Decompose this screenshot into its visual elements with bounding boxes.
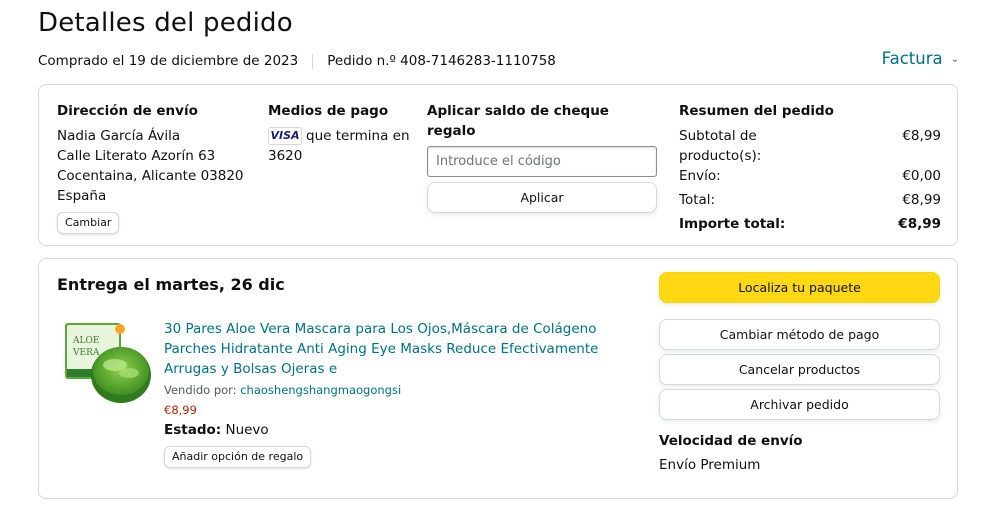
shipping-address-title: Dirección de envío — [57, 103, 198, 119]
address-city: Cocentaina, Alicante 03820 — [57, 168, 244, 184]
order-summary-section: Resumen del pedido Subtotal de producto(… — [679, 101, 941, 234]
apply-gift-button[interactable]: Aplicar — [427, 182, 657, 213]
summary-label: Envío: — [679, 168, 721, 184]
invoice-label: Factura — [881, 49, 943, 68]
order-info-panel: Dirección de envío Nadia García Ávila Ca… — [38, 84, 958, 246]
order-summary-title: Resumen del pedido — [679, 103, 834, 119]
seller-link[interactable]: chaoshengshangmaogongsi — [240, 383, 401, 397]
summary-value: €8,99 — [898, 216, 941, 232]
visa-card-icon: VISA — [268, 127, 302, 145]
product-price: €8,99 — [164, 403, 197, 417]
summary-row-shipping: Envío: €0,00 — [679, 166, 941, 186]
delivery-panel: Entrega el martes, 26 dic ALOE VERA 30 P… — [38, 258, 958, 499]
product-image-text: VERA — [72, 348, 100, 358]
purchase-date: Comprado el 19 de diciembre de 2023 — [38, 53, 299, 69]
invoice-dropdown[interactable]: Factura ⌄ — [882, 49, 959, 68]
product-image-text: ALOE — [72, 336, 99, 346]
condition-label: Estado: — [164, 422, 222, 438]
summary-value: €8,99 — [902, 128, 941, 144]
add-gift-option-button[interactable]: Añadir opción de regalo — [164, 446, 312, 468]
address-name: Nadia García Ávila — [57, 128, 181, 144]
payment-method: VISA que termina en 3620 — [268, 126, 418, 166]
product-condition: Estado: Nuevo — [164, 421, 634, 439]
gift-card-title: Aplicar saldo de cheque regalo — [427, 103, 609, 139]
change-payment-button[interactable]: Cambiar método de pago — [659, 319, 940, 350]
delivery-title: Entrega el martes, 26 dic — [57, 275, 285, 294]
seller-label: Vendido por: — [164, 383, 237, 397]
summary-row-grand-total: Importe total: €8,99 — [679, 214, 941, 234]
card-ending-text: que termina en — [306, 128, 410, 144]
gift-code-input[interactable] — [427, 146, 657, 177]
address-country: España — [57, 188, 107, 204]
shipping-speed-title: Velocidad de envío — [659, 433, 803, 449]
shipping-speed-value: Envío Premium — [659, 457, 761, 473]
chevron-down-icon: ⌄ — [950, 54, 959, 65]
track-package-button[interactable]: Localiza tu paquete — [659, 272, 940, 303]
archive-order-button[interactable]: Archivar pedido — [659, 389, 940, 420]
seller-line: Vendido por: chaoshengshangmaogongsi — [164, 381, 634, 399]
summary-value: €8,99 — [902, 192, 941, 208]
payment-title: Medios de pago — [268, 103, 389, 119]
summary-value: €0,00 — [902, 168, 941, 184]
gift-card-section: Aplicar saldo de cheque regalo Aplicar — [427, 101, 659, 213]
product-info: 30 Pares Aloe Vera Mascara para Los Ojos… — [164, 319, 634, 468]
meta-divider — [312, 53, 314, 69]
cancel-items-button[interactable]: Cancelar productos — [659, 354, 940, 385]
summary-label: Importe total: — [679, 216, 786, 232]
change-address-button[interactable]: Cambiar — [57, 212, 120, 234]
summary-label: Subtotal de producto(s): — [679, 128, 762, 164]
shipping-address-section: Dirección de envío Nadia García Ávila Ca… — [57, 101, 257, 234]
product-title-link[interactable]: 30 Pares Aloe Vera Mascara para Los Ojos… — [164, 319, 634, 379]
product-image[interactable]: ALOE VERA — [63, 317, 153, 409]
order-number: Pedido n.º 408-7146283-1110758 — [327, 53, 556, 69]
order-meta: Comprado el 19 de diciembre de 2023 Pedi… — [38, 53, 556, 69]
address-street: Calle Literato Azorín 63 — [57, 148, 216, 164]
order-actions: Localiza tu paquete Cambiar método de pa… — [659, 272, 940, 475]
card-last-digits: 3620 — [268, 148, 303, 164]
page-title: Detalles del pedido — [38, 8, 293, 38]
summary-row-subtotal: Subtotal de producto(s): €8,99 — [679, 126, 941, 166]
summary-row-total: Total: €8,99 — [679, 190, 941, 210]
summary-label: Total: — [679, 192, 716, 208]
payment-section: Medios de pago VISA que termina en 3620 — [268, 101, 418, 166]
condition-value: Nuevo — [225, 422, 269, 438]
